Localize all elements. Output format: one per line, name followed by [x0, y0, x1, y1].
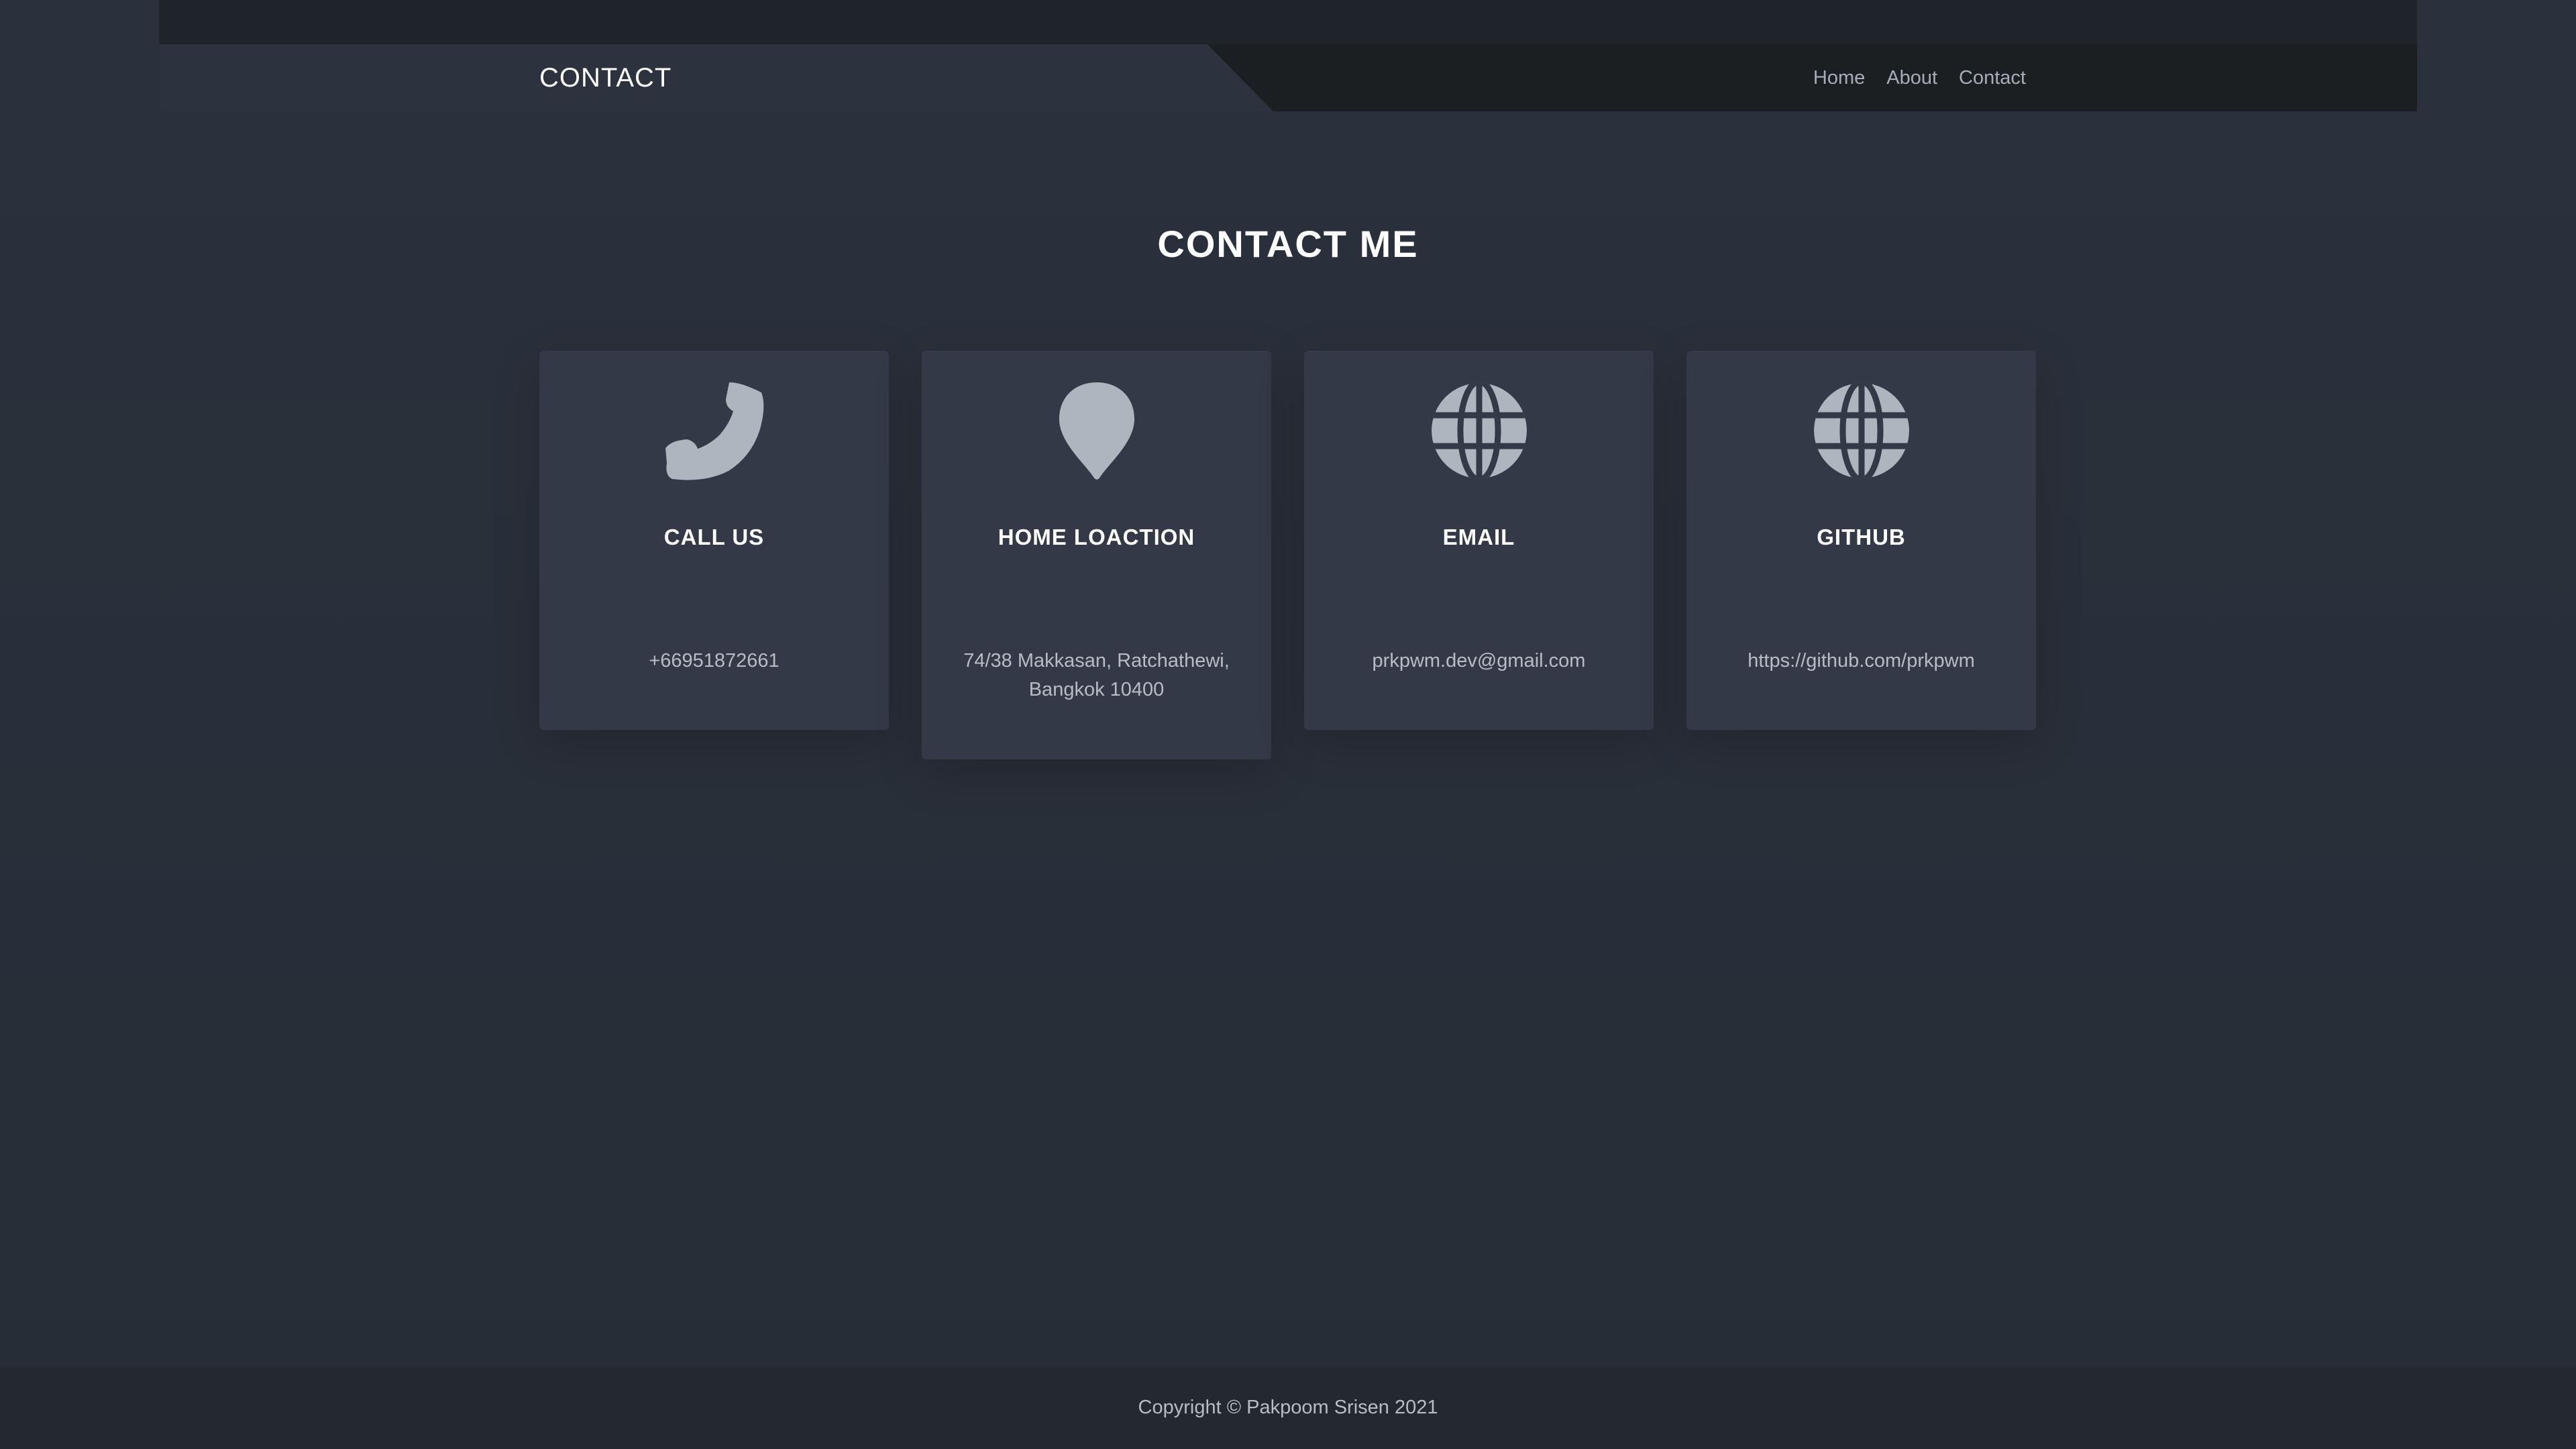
- page-title: CONTACT ME: [1157, 222, 1419, 265]
- brand-title[interactable]: CONTACT: [539, 62, 672, 94]
- top-bar: [159, 0, 2417, 44]
- email-address[interactable]: prkpwm.dev@gmail.com: [1373, 647, 1586, 676]
- card-title-call-us: CALL US: [663, 525, 765, 549]
- contact-card-github: GITHUB https://github.com/prkpwm: [1686, 351, 2036, 730]
- phone-number[interactable]: +66951872661: [649, 647, 779, 676]
- globe-icon: [1812, 381, 1911, 480]
- card-title-home-location: HOME LOACTION: [998, 525, 1195, 549]
- nav-menu: Home About Contact: [1813, 65, 2026, 91]
- globe-icon: [1430, 381, 1529, 480]
- github-url[interactable]: https://github.com/prkpwm: [1748, 647, 1974, 676]
- contact-card-phone: CALL US +66951872661: [539, 351, 889, 730]
- footer-copyright: Copyright © Pakpoom Srisen 2021: [1138, 1397, 1438, 1418]
- contact-cards: CALL US +66951872661 HOME LOACTION 74/38…: [539, 351, 2036, 759]
- nav-link-about[interactable]: About: [1886, 65, 1937, 91]
- phone-icon: [665, 381, 764, 480]
- home-address: 74/38 Makkasan, Ratchathewi, Bangkok 104…: [963, 650, 1230, 700]
- nav-link-home[interactable]: Home: [1813, 65, 1865, 91]
- card-title-email: EMAIL: [1442, 525, 1515, 549]
- contact-card-location: HOME LOACTION 74/38 Makkasan, Ratchathew…: [922, 351, 1271, 759]
- nav-link-contact[interactable]: Contact: [1959, 65, 2026, 91]
- card-title-github: GITHUB: [1817, 525, 1906, 549]
- map-pin-icon: [1047, 381, 1146, 480]
- navbar-dark-panel: [1208, 44, 2417, 111]
- contact-card-email: EMAIL prkpwm.dev@gmail.com: [1304, 351, 1654, 730]
